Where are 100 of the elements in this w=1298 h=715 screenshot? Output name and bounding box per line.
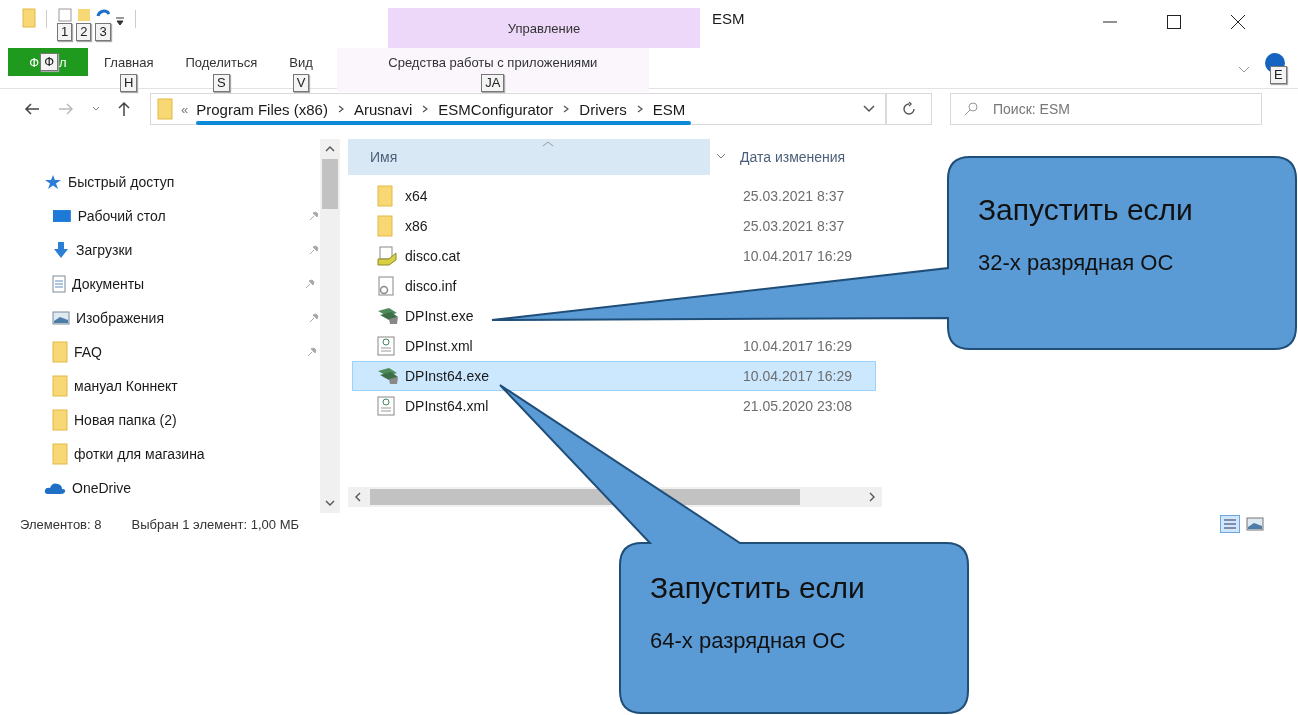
xml-file-icon	[377, 396, 395, 416]
file-date: 21.05.2020 23:08	[743, 398, 852, 414]
folder-icon	[52, 375, 68, 397]
file-name: x86	[405, 218, 429, 234]
customize-dropdown-icon[interactable]	[114, 16, 125, 26]
breadcrumb[interactable]: Drivers	[579, 100, 627, 118]
chevron-right-icon[interactable]	[422, 105, 429, 113]
file-row[interactable]: x86 25.03.2021 8:37	[352, 211, 876, 241]
file-row[interactable]: DPInst.xml 10.04.2017 16:29	[352, 331, 876, 361]
scrollbar-thumb[interactable]	[322, 159, 338, 209]
certificate-file-icon	[377, 246, 397, 266]
installer-icon	[377, 307, 399, 325]
callout-title: Запустить если	[650, 570, 865, 606]
file-row[interactable]: DPInst64.xml 21.05.2020 23:08	[352, 391, 876, 421]
file-row[interactable]: disco.inf	[352, 271, 458, 301]
keytip: 3	[95, 23, 111, 41]
close-icon	[1231, 15, 1245, 29]
callout-text: 32-х разрядная ОС	[978, 250, 1175, 276]
refresh-icon	[902, 102, 916, 116]
overflow-chevron[interactable]: «	[181, 101, 189, 117]
desktop-icon	[52, 208, 72, 224]
maximize-icon	[1167, 15, 1181, 29]
nav-item[interactable]: мануал Коннект	[0, 369, 320, 403]
folder-icon	[377, 215, 393, 237]
chevron-right-icon[interactable]	[636, 105, 643, 113]
nav-item[interactable]: OneDrive	[0, 471, 320, 505]
nav-item[interactable]: Новая папка (2)	[0, 403, 320, 437]
keytip: 1	[57, 23, 73, 41]
scrollbar[interactable]	[320, 139, 340, 513]
download-icon	[52, 241, 70, 259]
ribbon-tab[interactable]: Главная	[104, 48, 154, 76]
file-name: disco.cat	[405, 248, 462, 264]
folder-icon	[52, 443, 68, 465]
nav-item[interactable]: фотки для магазина	[0, 437, 320, 471]
recent-dropdown-icon[interactable]	[92, 106, 100, 112]
file-row[interactable]: disco.cat 10.04.2017 16:29	[352, 241, 876, 271]
callout-text: 64-х разрядная ОС	[650, 628, 847, 654]
nav-item[interactable]: Быстрый доступ	[0, 165, 320, 199]
nav-item[interactable]: Рабочий стол	[0, 199, 320, 233]
nav-item[interactable]: Изображения	[0, 301, 320, 335]
file-date: 25.03.2021 8:37	[743, 218, 845, 234]
folder-icon	[22, 8, 36, 28]
minimize-icon	[1103, 21, 1117, 23]
contextual-tab-group: Управление	[388, 8, 700, 48]
keytip: H	[120, 74, 138, 92]
refresh-button[interactable]	[886, 93, 932, 125]
file-name: DPInst.xml	[405, 338, 474, 354]
keytip: JA	[481, 74, 505, 92]
chevron-down-icon[interactable]	[863, 105, 875, 113]
file-date: 10.04.2017 16:29	[743, 248, 852, 264]
installer-icon	[377, 367, 399, 385]
file-name: disco.inf	[405, 278, 457, 294]
column-header[interactable]: Дата изменения	[740, 149, 846, 165]
breadcrumb[interactable]: ESMConfigurator	[438, 100, 554, 118]
nav-item[interactable]: Документы	[0, 267, 320, 301]
ribbon-tab[interactable]: Вид	[289, 48, 313, 76]
breadcrumb[interactable]: Program Files (x86)	[196, 100, 328, 118]
expand-ribbon-icon[interactable]	[1238, 66, 1250, 74]
nav-item[interactable]: Загрузки	[0, 233, 320, 267]
file-row[interactable]: DPInst.exe	[352, 301, 475, 331]
breadcrumb[interactable]: ESM	[652, 100, 686, 118]
ribbon-tab[interactable]: Средства работы с приложениями	[388, 48, 598, 76]
keytip: E	[1270, 66, 1287, 84]
scroll-left-icon[interactable]	[354, 492, 362, 502]
scroll-right-icon[interactable]	[868, 492, 876, 502]
folder-icon	[52, 341, 68, 363]
window-title: ESM	[712, 10, 746, 27]
ribbon-tab[interactable]: Поделиться	[185, 48, 258, 76]
chevron-right-icon[interactable]	[563, 105, 570, 113]
file-name: DPInst64.exe	[405, 368, 491, 384]
folder-icon	[52, 409, 68, 431]
status-text: Выбран 1 элемент: 1,00 МБ	[131, 516, 299, 532]
file-name: DPInst64.xml	[405, 398, 490, 414]
up-icon[interactable]	[118, 101, 130, 117]
callout-title: Запустить если	[978, 192, 1193, 228]
chevron-down-icon[interactable]	[716, 153, 726, 159]
keytip: S	[213, 74, 230, 92]
back-icon[interactable]	[24, 103, 40, 115]
breadcrumb[interactable]: Arusnavi	[353, 100, 413, 118]
file-date: 25.03.2021 8:37	[743, 188, 845, 204]
keytip: V	[292, 74, 310, 92]
keytip: 2	[76, 23, 92, 41]
scroll-up-icon[interactable]	[325, 145, 335, 153]
search-icon	[964, 102, 978, 116]
thumbnail-view-icon[interactable]	[1246, 517, 1264, 531]
folder-icon	[377, 185, 393, 207]
address-bar[interactable]: « Program Files (x86) Arusnavi ESMConfigurator Drivers ESM	[150, 93, 886, 125]
nav-item[interactable]: FAQ	[0, 335, 320, 369]
file-row[interactable]: DPInst64.exe 10.04.2017 16:29	[352, 361, 876, 391]
search-field[interactable]: Поиск: ESM	[950, 93, 1262, 125]
settings-file-icon	[377, 276, 395, 296]
scroll-down-icon[interactable]	[325, 499, 335, 507]
file-date: 10.04.2017 16:29	[743, 368, 852, 384]
details-view-icon[interactable]	[1220, 515, 1240, 533]
xml-file-icon	[377, 336, 395, 356]
column-header[interactable]: Имя	[348, 139, 710, 175]
chevron-right-icon[interactable]	[337, 105, 344, 113]
file-tab[interactable]: Ф Ф л	[8, 48, 88, 76]
folder-icon	[157, 98, 173, 120]
file-row[interactable]: x64 25.03.2021 8:37	[352, 181, 876, 211]
